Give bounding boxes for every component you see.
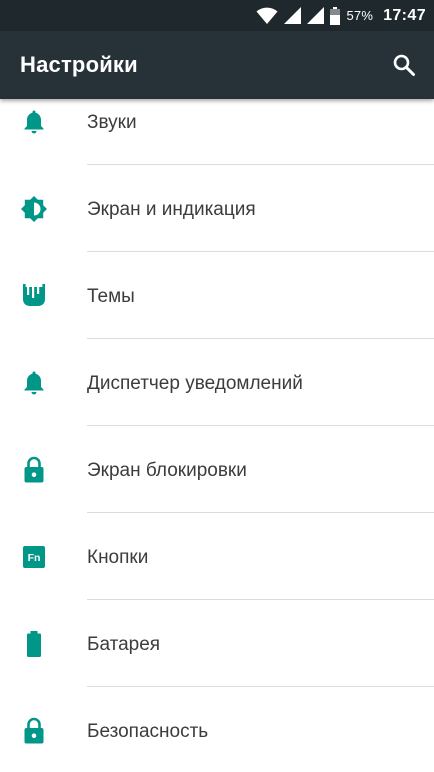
settings-item-themes[interactable]: Темы (0, 252, 434, 339)
signal-icon (307, 7, 325, 24)
battery-icon (20, 630, 48, 658)
settings-item-label: Диспетчер уведомлений (87, 373, 303, 394)
brightness-icon (20, 195, 48, 223)
signal-icon (284, 7, 302, 24)
settings-item-label: Темы (87, 286, 135, 307)
bell-icon (20, 369, 48, 397)
themes-icon (20, 282, 48, 310)
page-title: Настройки (20, 52, 138, 77)
wifi-icon (256, 7, 278, 24)
settings-item-security[interactable]: Безопасность (0, 687, 434, 772)
bell-icon (20, 108, 48, 136)
svg-text:Fn: Fn (28, 552, 41, 564)
settings-item-label: Кнопки (87, 547, 149, 568)
settings-item-lock-screen[interactable]: Экран блокировки (0, 426, 434, 513)
settings-item-label: Экран и индикация (87, 199, 256, 220)
settings-item-label: Батарея (87, 634, 161, 655)
settings-item-buttons[interactable]: Fn Кнопки (0, 513, 434, 600)
search-button[interactable] (390, 51, 418, 79)
settings-item-battery[interactable]: Батарея (0, 600, 434, 687)
lock-icon (20, 456, 48, 484)
clock: 17:47 (383, 6, 426, 24)
search-icon (393, 54, 415, 76)
settings-list: Звуки Экран и индикация Темы Диспетчер у… (0, 99, 434, 772)
fn-key-icon: Fn (20, 543, 48, 571)
settings-item-display[interactable]: Экран и индикация (0, 165, 434, 252)
lock-icon (20, 717, 48, 745)
settings-item-notifications[interactable]: Диспетчер уведомлений (0, 339, 434, 426)
settings-item-sounds[interactable]: Звуки (0, 99, 434, 165)
battery-percent: 57% (346, 8, 374, 23)
settings-item-label: Безопасность (87, 721, 209, 742)
settings-item-label: Экран блокировки (87, 460, 247, 481)
status-bar: 57% 17:47 (0, 0, 434, 31)
app-toolbar: Настройки (0, 31, 434, 99)
settings-item-label: Звуки (87, 112, 137, 133)
battery-icon (330, 6, 341, 25)
